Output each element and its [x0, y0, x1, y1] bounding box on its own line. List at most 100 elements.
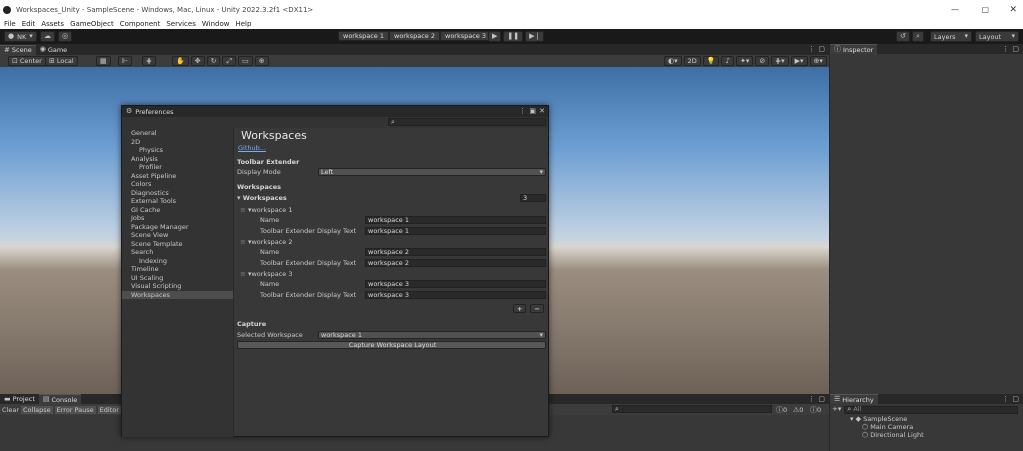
maximize-panel-icon[interactable]: ▢	[1012, 395, 1019, 403]
audio-button[interactable]: ♪	[721, 56, 734, 66]
maximize-icon[interactable]: ▢	[981, 5, 989, 14]
menu-services[interactable]: Services	[166, 20, 196, 28]
pause-button[interactable]: ❚❚	[503, 31, 524, 42]
rotate-tool-button[interactable]: ↻	[206, 56, 221, 66]
console-search-input[interactable]: ⌕	[612, 405, 772, 413]
preferences-nav-item[interactable]: Workspaces	[122, 290, 233, 299]
move-tool-button[interactable]: ✥	[190, 56, 205, 66]
tab-project[interactable]: ▬ Project	[0, 394, 39, 404]
hierarchy-item[interactable]: ⬡ Directional Light	[830, 431, 1023, 439]
grid-snap-button[interactable]: ▦	[96, 56, 111, 66]
workspace-entry-header[interactable]: ≡ ▾workspace 1	[240, 206, 292, 214]
github-link[interactable]: Github...	[238, 144, 266, 152]
hierarchy-item[interactable]: ⬡ Main Camera	[830, 423, 1023, 431]
tab-scene[interactable]: # Scene	[0, 44, 36, 55]
preferences-nav-item[interactable]: Indexing	[122, 257, 233, 266]
layers-dropdown[interactable]: Layers ▾	[930, 31, 972, 42]
drag-handle-icon[interactable]: ≡	[240, 239, 246, 246]
preferences-title-bar[interactable]: ⚙ Preferences ⋮ ▣ ✕	[122, 106, 548, 117]
workspace-name-field[interactable]: workspace 1	[365, 216, 546, 224]
camera-button[interactable]: ▶▾	[790, 56, 808, 66]
menu-window[interactable]: Window	[202, 20, 230, 28]
2d-mode-button[interactable]: 2D	[683, 56, 701, 66]
workspace-display-text-field[interactable]: workspace 3	[365, 291, 546, 299]
more-options-icon[interactable]: ⋮	[808, 46, 815, 53]
workspace-entry-header[interactable]: ≡ ▾workspace 2	[240, 238, 292, 246]
preferences-nav-item[interactable]: Jobs	[122, 214, 233, 223]
workspace-entry-header[interactable]: ≡ ▾workspace 3	[240, 270, 292, 278]
more-options-icon[interactable]: ⋮	[519, 108, 526, 115]
account-button[interactable]: ● NK ▾	[4, 31, 37, 42]
grid-visibility-button[interactable]: ⋕	[142, 56, 156, 66]
preferences-nav-item[interactable]: Physics	[122, 146, 233, 155]
remove-workspace-button[interactable]: −	[530, 304, 544, 313]
hand-tool-button[interactable]: ✋	[172, 56, 189, 66]
preferences-search-input[interactable]: ⌕	[388, 118, 546, 126]
capture-workspace-layout-button[interactable]: Capture Workspace Layout	[237, 341, 546, 349]
menu-edit[interactable]: Edit	[22, 20, 36, 28]
workspaces-count-field[interactable]: 3	[520, 194, 546, 202]
grid-toggle-button[interactable]: ⋕▾	[771, 56, 789, 66]
search-button[interactable]: ⌕	[912, 31, 924, 42]
preferences-nav-item[interactable]: Visual Scripting	[122, 282, 233, 291]
tab-inspector[interactable]: ⓘ Inspector	[830, 44, 878, 54]
clear-button[interactable]: Clear	[2, 406, 19, 414]
drag-handle-icon[interactable]: ≡	[240, 271, 246, 278]
selected-workspace-dropdown[interactable]: workspace 1 ▾	[318, 331, 546, 339]
hierarchy-search-input[interactable]: ⌕ All	[844, 405, 1019, 414]
pivot-center-dropdown[interactable]: ⊡ Center	[8, 56, 46, 66]
preferences-nav-item[interactable]: Colors	[122, 180, 233, 189]
preferences-nav-item[interactable]: Profiler	[122, 163, 233, 172]
warning-count[interactable]: ⚠0	[793, 406, 803, 414]
preferences-nav-item[interactable]: General	[122, 129, 233, 138]
play-button[interactable]: ▶	[488, 31, 502, 42]
gizmos-button[interactable]: ⊕▾	[809, 56, 827, 66]
preferences-nav-item[interactable]: GI Cache	[122, 206, 233, 215]
preferences-nav-item[interactable]: Package Manager	[122, 223, 233, 232]
more-options-icon[interactable]: ⋮	[1002, 395, 1009, 403]
menu-file[interactable]: File	[4, 20, 16, 28]
preferences-nav-item[interactable]: Diagnostics	[122, 189, 233, 198]
add-icon[interactable]: +▾	[832, 406, 841, 413]
workspace-display-text-field[interactable]: workspace 1	[365, 227, 546, 235]
preferences-nav-item[interactable]: Asset Pipeline	[122, 172, 233, 181]
collapse-button[interactable]: Collapse	[21, 405, 53, 414]
add-workspace-button[interactable]: +	[513, 304, 527, 313]
preferences-nav-item[interactable]: Analysis	[122, 155, 233, 164]
maximize-panel-icon[interactable]: ▣	[529, 108, 536, 115]
menu-help[interactable]: Help	[235, 20, 251, 28]
preferences-nav-item[interactable]: Scene Template	[122, 240, 233, 249]
menu-assets[interactable]: Assets	[41, 20, 64, 28]
tab-console[interactable]: ▤ Console	[38, 394, 82, 404]
close-icon[interactable]: ✕	[1009, 5, 1017, 15]
collab-button[interactable]: ◎	[58, 31, 73, 42]
error-pause-button[interactable]: Error Pause	[54, 405, 96, 414]
layout-dropdown[interactable]: Layout ▾	[975, 31, 1019, 42]
history-button[interactable]: ↺	[896, 31, 910, 42]
menu-gameobject[interactable]: GameObject	[70, 20, 114, 28]
maximize-panel-icon[interactable]: ▢	[818, 395, 825, 403]
workspace-name-field[interactable]: workspace 2	[365, 248, 546, 256]
log-count[interactable]: ⓘ0	[776, 406, 787, 414]
preferences-nav-item[interactable]: Search	[122, 248, 233, 257]
maximize-panel-icon[interactable]: ▢	[818, 46, 825, 53]
more-options-icon[interactable]: ⋮	[1002, 45, 1009, 53]
tab-hierarchy[interactable]: ☰ Hierarchy	[830, 394, 878, 404]
minimize-icon[interactable]: —	[951, 5, 959, 14]
workspace-display-text-field[interactable]: workspace 2	[365, 259, 546, 267]
preferences-nav-item[interactable]: UI Scaling	[122, 274, 233, 283]
lighting-button[interactable]: 💡	[702, 56, 720, 66]
workspace-3-button[interactable]: workspace 3	[440, 31, 491, 41]
shading-mode-button[interactable]: ◐▾	[664, 56, 682, 66]
workspaces-list-foldout[interactable]: ▾ Workspaces	[237, 194, 287, 202]
preferences-nav-item[interactable]: Timeline	[122, 265, 233, 274]
more-options-icon[interactable]: ⋮	[808, 395, 815, 403]
preferences-nav-item[interactable]: External Tools	[122, 197, 233, 206]
preferences-nav-item[interactable]: 2D	[122, 138, 233, 147]
effects-button[interactable]: ✦▾	[735, 56, 754, 66]
increment-snap-button[interactable]: ⊩	[118, 56, 133, 66]
preferences-nav-item[interactable]: Scene View	[122, 231, 233, 240]
workspace-2-button[interactable]: workspace 2	[389, 31, 440, 41]
error-count[interactable]: ⓘ0	[810, 406, 821, 414]
hidden-objects-button[interactable]: ⊘	[755, 56, 770, 66]
